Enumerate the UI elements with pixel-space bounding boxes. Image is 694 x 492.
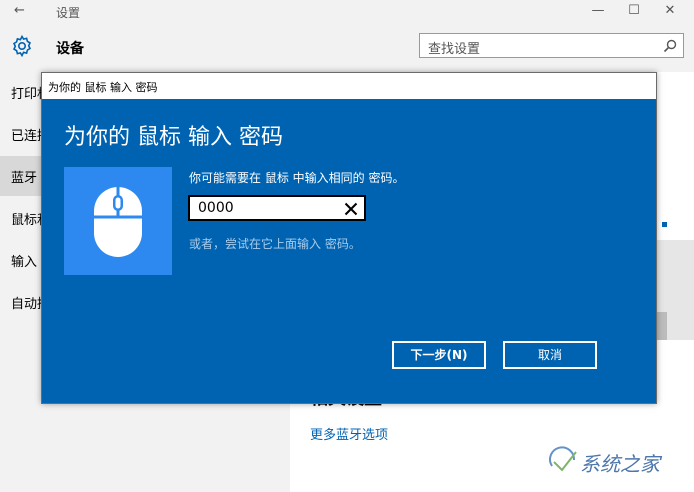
- window-title: 设置: [56, 6, 81, 20]
- device-tile: [64, 167, 172, 275]
- dialog-window-title: 为你的 鼠标 输入 密码: [48, 81, 158, 94]
- maximize-icon[interactable]: ☐: [624, 3, 644, 19]
- cancel-button[interactable]: 取消: [503, 341, 597, 369]
- close-icon[interactable]: ✕: [660, 3, 680, 19]
- dialog-alt-text: 或者，尝试在它上面输入 密码。: [189, 237, 361, 251]
- pairing-dialog: 为你的 鼠标 输入 密码 为你的 鼠标 输入 密码 你可能需要在 鼠标 中输入相…: [41, 72, 657, 404]
- mouse-icon: [94, 187, 142, 257]
- settings-header: 设备 查找设置: [0, 22, 694, 72]
- gear-icon: [12, 34, 32, 58]
- search-icon[interactable]: [663, 39, 677, 53]
- dialog-heading: 为你的 鼠标 输入 密码: [64, 125, 283, 150]
- page-title: 设备: [56, 41, 84, 57]
- toggle-indicator: [662, 222, 667, 227]
- dialog-titlebar: 为你的 鼠标 输入 密码: [42, 73, 656, 99]
- more-bluetooth-options-link[interactable]: 更多蓝牙选项: [310, 424, 388, 443]
- watermark-text: 系统之家: [580, 452, 663, 476]
- dialog-message: 你可能需要在 鼠标 中输入相同的 密码。: [189, 171, 405, 185]
- pin-value: 0000: [198, 200, 234, 216]
- search-placeholder: 查找设置: [428, 42, 481, 57]
- back-arrow-icon[interactable]: ←: [14, 3, 25, 19]
- sidebar-item-label: 蓝牙: [11, 171, 38, 186]
- minimize-icon[interactable]: —: [588, 3, 608, 19]
- next-button[interactable]: 下一步(N): [392, 341, 486, 369]
- sidebar-item-label: 输入: [11, 255, 38, 270]
- search-input[interactable]: 查找设置: [419, 33, 684, 58]
- watermark-logo: 系统之家: [549, 446, 663, 476]
- window-titlebar: ← 设置 — ☐ ✕: [0, 0, 694, 22]
- clear-icon[interactable]: [344, 202, 358, 216]
- pin-input[interactable]: 0000: [188, 195, 366, 221]
